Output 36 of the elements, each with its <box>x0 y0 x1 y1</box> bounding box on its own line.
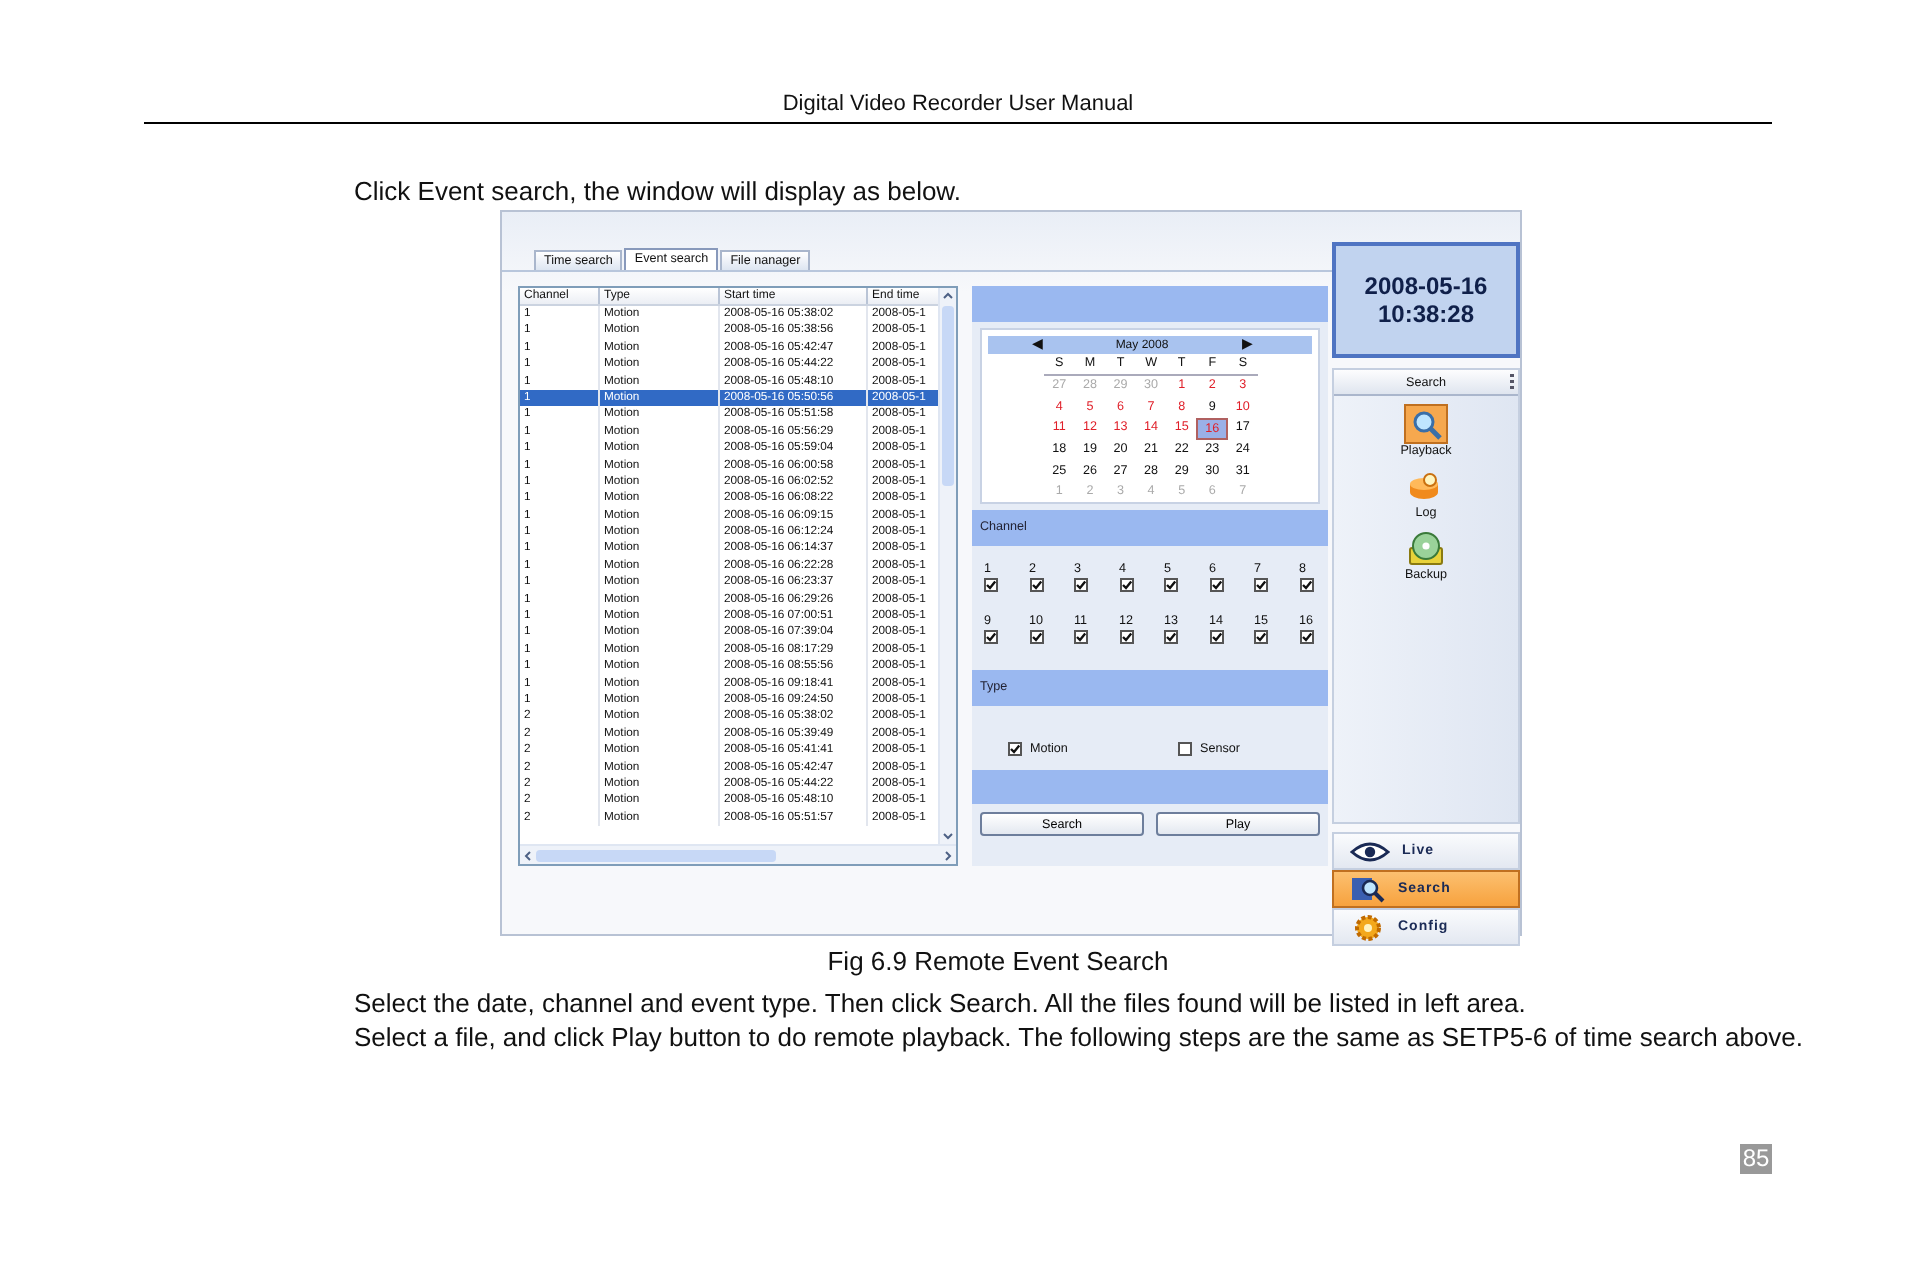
body-paragraph: Select the date, channel and event type. Then click Search. All the files found will be listed in left area. <box>352 986 1528 1020</box>
checkbox[interactable] <box>1119 578 1133 592</box>
clock-date: 2008-05-16 <box>1364 272 1488 300</box>
page-number: 85 <box>1740 1144 1772 1174</box>
checkbox[interactable] <box>1029 630 1043 644</box>
search-icon <box>1350 875 1386 903</box>
clock-time: 10:38:28 <box>1377 300 1475 328</box>
checkbox[interactable] <box>1074 630 1088 644</box>
checkbox[interactable] <box>1254 578 1268 592</box>
checkbox[interactable] <box>1299 578 1313 592</box>
vertical-scrollbar[interactable] <box>938 288 956 844</box>
eye-icon <box>1350 841 1390 861</box>
tool-tile[interactable] <box>1404 528 1448 568</box>
page-header: Digital Video Recorder User Manual <box>782 90 1134 118</box>
body-paragraph: Select a file, and click Play button to do remote playback. The following steps are the same as SETP5-6 of time search above. <box>352 1020 1806 1054</box>
figure-caption: Fig 6.9 Remote Event Search <box>827 946 1169 976</box>
checkbox[interactable] <box>1209 578 1223 592</box>
checkbox[interactable] <box>1074 578 1088 592</box>
intro-text: Click Event search, the window will display as below. <box>354 176 961 206</box>
disc-icon <box>1408 530 1444 566</box>
horizontal-scrollbar[interactable] <box>520 844 956 864</box>
checkbox[interactable] <box>1008 741 1022 755</box>
checkbox[interactable] <box>1119 630 1133 644</box>
checkbox[interactable] <box>1299 630 1313 644</box>
checkbox[interactable] <box>1164 630 1178 644</box>
log-icon <box>1408 470 1444 502</box>
checkbox[interactable] <box>984 578 998 592</box>
gear-icon <box>1350 913 1386 941</box>
checkbox[interactable] <box>1164 578 1178 592</box>
magnifier-icon <box>1408 406 1444 442</box>
checkbox[interactable] <box>1178 741 1192 755</box>
checkbox[interactable] <box>1209 630 1223 644</box>
tool-tile[interactable] <box>1404 404 1448 444</box>
checkbox[interactable] <box>984 630 998 644</box>
checkbox[interactable] <box>1029 578 1043 592</box>
checkbox[interactable] <box>1254 630 1268 644</box>
